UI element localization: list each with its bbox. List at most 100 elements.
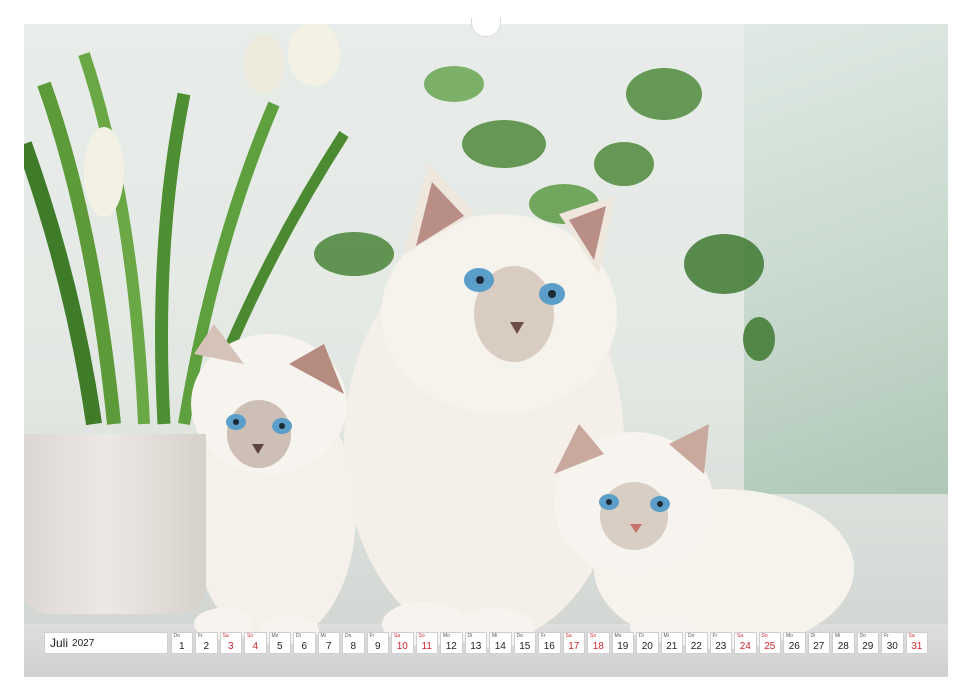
day-number: 22 [690, 641, 702, 652]
day-of-week: Sa [908, 633, 915, 639]
day-of-week: Mi [320, 633, 326, 639]
day-number: 16 [543, 641, 555, 652]
day-number: 20 [641, 641, 653, 652]
month-name: Juli [50, 636, 69, 650]
day-cell: Fr 30 [881, 632, 904, 654]
calendar-page: Juli 2027 Do 1 Fr 2 Sa 3 So 4 Mo 5 Di 6 Mi 7 Do 8 Fr 9 Sa 1… [0, 0, 971, 700]
day-cell: Di 13 [464, 632, 487, 654]
day-cell: Fr 23 [709, 632, 732, 654]
day-cell: Mo 5 [268, 632, 291, 654]
day-of-week: So [247, 633, 254, 639]
day-cell: Sa 17 [562, 632, 585, 654]
day-number: 14 [494, 641, 506, 652]
right-kitten-icon [554, 424, 854, 649]
day-of-week: Mi [835, 633, 841, 639]
day-of-week: Do [516, 633, 523, 639]
day-of-week: Fr [712, 633, 718, 639]
day-of-week: Fr [369, 633, 375, 639]
day-of-week: Sa [737, 633, 744, 639]
day-number: 10 [396, 641, 408, 652]
day-of-week: Fr [541, 633, 546, 639]
day-cell: Fr 16 [538, 632, 561, 654]
day-of-week: Fr [198, 633, 203, 639]
day-of-week: Do [859, 633, 866, 639]
day-number: 21 [666, 641, 678, 652]
day-number: 24 [739, 641, 751, 652]
day-cell: Sa 31 [905, 632, 928, 654]
day-cells: Do 1 Fr 2 Sa 3 So 4 Mo 5 Di 6 Mi 7 Do 8 Fr 9 Sa 10 So 11 Mo 12 D… [170, 632, 928, 656]
day-number: 18 [592, 641, 604, 652]
day-cell: Mi 21 [660, 632, 683, 654]
day-of-week: Mo [614, 633, 622, 639]
day-cell: Mi 14 [489, 632, 512, 654]
day-number: 12 [445, 641, 457, 652]
day-number: 19 [617, 641, 629, 652]
day-cell: Do 22 [685, 632, 708, 654]
day-number: 2 [203, 641, 210, 652]
day-cell: So 25 [758, 632, 781, 654]
day-number: 31 [911, 641, 923, 652]
day-cell: Sa 3 [219, 632, 242, 654]
day-of-week: Sa [394, 633, 401, 639]
day-cell: Mi 28 [832, 632, 855, 654]
day-number: 29 [862, 641, 874, 652]
day-number: 15 [519, 641, 531, 652]
day-number: 6 [301, 641, 308, 652]
day-cell: Fr 2 [195, 632, 218, 654]
day-cell: Sa 10 [391, 632, 414, 654]
day-number: 28 [837, 641, 849, 652]
day-number: 9 [374, 641, 381, 652]
day-of-week: Mo [443, 633, 450, 639]
day-of-week: So [761, 633, 768, 639]
day-cell: Do 29 [856, 632, 879, 654]
day-of-week: Mo [271, 633, 279, 639]
day-number: 3 [227, 641, 234, 652]
day-number: 27 [813, 641, 825, 652]
day-of-week: Mi [663, 633, 669, 639]
day-of-week: Fr [884, 633, 889, 639]
day-of-week: So [418, 633, 425, 639]
day-number: 8 [350, 641, 357, 652]
day-of-week: Do [688, 633, 695, 639]
day-cell: Mo 12 [440, 632, 463, 654]
left-kitten-icon [191, 324, 356, 644]
day-cell: Sa 24 [734, 632, 757, 654]
day-number: 7 [325, 641, 332, 652]
day-cell: Do 15 [513, 632, 536, 654]
day-cell: Mo 26 [783, 632, 806, 654]
day-number: 4 [252, 641, 259, 652]
day-cell: Di 20 [636, 632, 659, 654]
day-of-week: Do [345, 633, 352, 639]
day-cell: So 4 [244, 632, 267, 654]
day-number: 1 [178, 641, 185, 652]
day-cell: Di 6 [293, 632, 316, 654]
day-cell: Do 1 [170, 632, 193, 654]
day-cell: Mo 19 [611, 632, 634, 654]
day-of-week: Di [296, 633, 301, 639]
day-cell: Mi 7 [317, 632, 340, 654]
day-number: 25 [764, 641, 776, 652]
day-of-week: Do [173, 633, 180, 639]
day-number: 26 [788, 641, 800, 652]
day-of-week: Di [467, 633, 473, 639]
day-number: 23 [715, 641, 727, 652]
day-number: 11 [421, 641, 432, 652]
day-of-week: Sa [222, 633, 229, 639]
day-cell: Di 27 [807, 632, 830, 654]
day-of-week: Mi [492, 633, 498, 639]
day-cell: Do 8 [342, 632, 365, 654]
cat-photo [24, 24, 948, 677]
day-of-week: Di [810, 633, 816, 639]
day-of-week: Mo [786, 633, 793, 639]
flower-pot [24, 434, 206, 614]
day-of-week: Di [639, 633, 644, 639]
day-number: 5 [276, 641, 283, 652]
day-number: 13 [470, 641, 482, 652]
day-of-week: So [590, 633, 597, 639]
calendar-strip: Juli 2027 Do 1 Fr 2 Sa 3 So 4 Mo 5 Di 6 Mi 7 Do 8 Fr 9 Sa 1… [44, 632, 928, 656]
year: 2027 [72, 637, 95, 649]
day-number: 17 [568, 641, 580, 652]
day-cell: So 11 [415, 632, 438, 654]
day-of-week: Sa [565, 633, 572, 639]
day-cell: So 18 [587, 632, 610, 654]
